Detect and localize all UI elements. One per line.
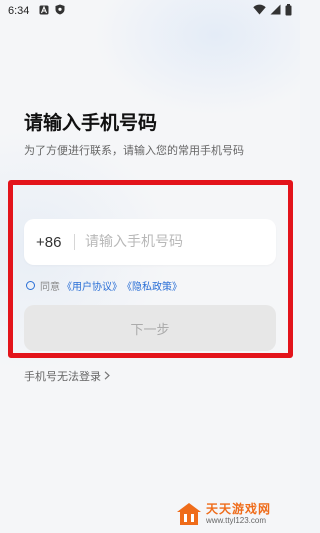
watermark-brand: 天天游戏网	[206, 502, 272, 516]
watermark: 天天游戏网 www.ttyl123.com	[176, 501, 294, 527]
cannot-login-link[interactable]: 手机号无法登录	[24, 368, 110, 384]
page-title: 请输入手机号码	[24, 113, 158, 134]
watermark-url: www.ttyl123.com	[206, 516, 267, 525]
status-bar: 6:34	[0, 0, 300, 22]
page-subtitle: 为了方便进行联系，请输入您的常用手机号码	[24, 144, 244, 157]
status-time: 6:34	[8, 5, 30, 17]
highlight-box	[8, 180, 293, 358]
shield-icon	[55, 4, 65, 18]
watermark-logo-icon	[176, 502, 202, 526]
battery-icon	[285, 3, 292, 19]
signal-icon	[270, 4, 281, 18]
a-icon	[39, 5, 49, 18]
status-right-icons	[253, 3, 292, 19]
cannot-login-label: 手机号无法登录	[24, 370, 101, 383]
watermark-text: 天天游戏网 www.ttyl123.com	[206, 502, 272, 526]
wifi-icon	[253, 4, 266, 18]
chevron-right-icon	[104, 370, 110, 383]
